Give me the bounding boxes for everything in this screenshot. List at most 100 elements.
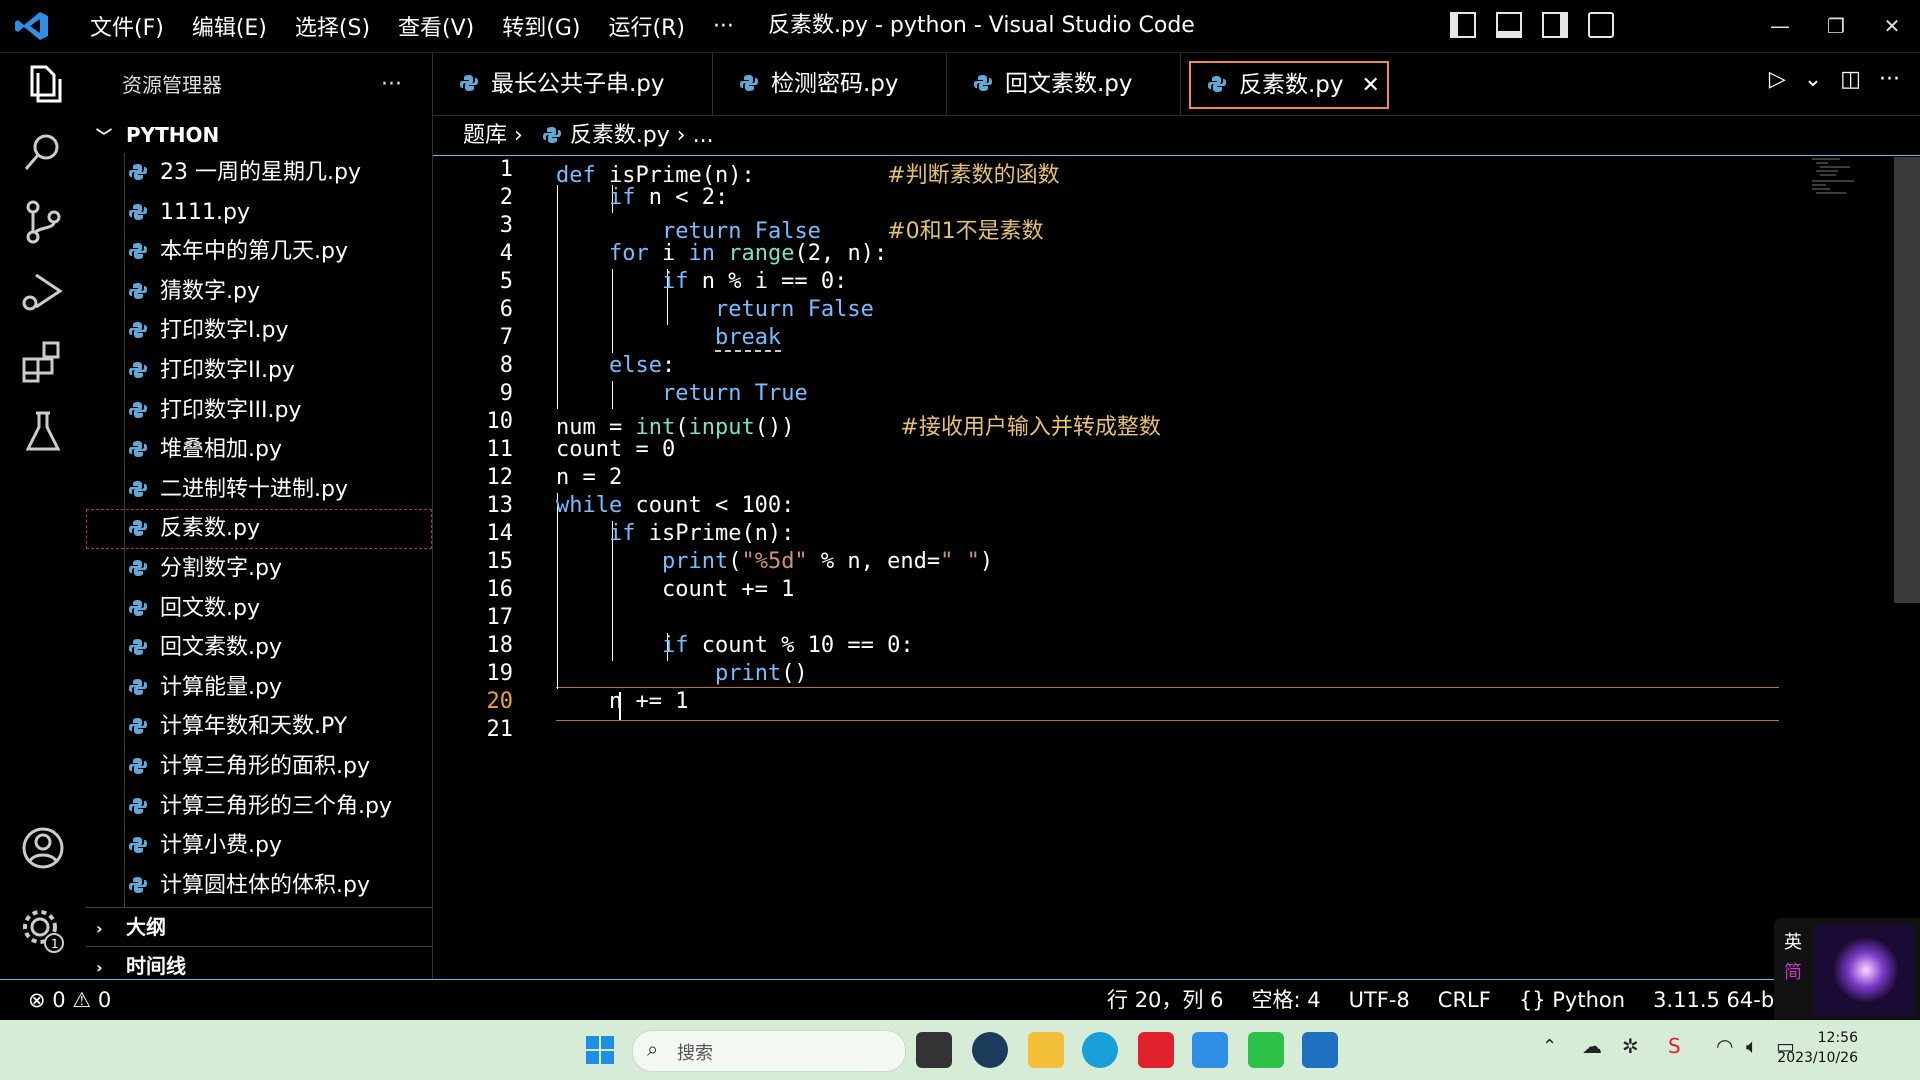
file-item[interactable]: 计算三角形的三个角.py [86,787,432,827]
customize-layout-icon[interactable] [1588,12,1614,38]
remote-desktop-icon[interactable] [1302,1032,1338,1068]
minimap[interactable] [1810,157,1860,197]
file-item[interactable]: 分割数字.py [86,549,432,589]
file-item[interactable]: 二进制转十进制.py [86,470,432,510]
onedrive-cloud-icon[interactable]: ☁ [1582,1034,1602,1058]
python-file-icon [128,314,148,339]
file-item[interactable]: 打印数字II.py [86,351,432,391]
explorer-icon[interactable] [18,57,68,107]
edge-browser-icon[interactable] [1082,1032,1118,1068]
close-window-icon[interactable]: ✕ [1864,0,1920,52]
testing-icon[interactable] [18,407,68,457]
file-item[interactable]: 计算三角形的面积.py [86,747,432,787]
run-icon[interactable]: ▷ [1769,67,1786,92]
explorer-sidebar: 资源管理器 ··· ﹀ PYTHON 23 一周的星期几.py 1111.py 本年中… [86,53,433,979]
file-item[interactable]: 打印数字III.py [86,391,432,431]
menu-selection[interactable]: 选择(S) [281,10,384,42]
file-item[interactable]: 计算能量.py [86,668,432,708]
menu-file[interactable]: 文件(F) [76,10,178,42]
file-label: 1111.py [160,199,250,225]
wifi-icon[interactable]: ◠ [1716,1034,1733,1058]
volume-icon[interactable]: 🔈︎ [1746,1034,1758,1058]
file-item[interactable]: 回文素数.py [86,628,432,668]
file-label: 回文数.py [160,595,260,621]
file-item[interactable]: 计算年数和天数.PY [86,707,432,747]
python-file-icon [128,631,148,656]
breadcrumb-folder[interactable]: 题库 [463,123,507,148]
system-clock[interactable]: 12:56 2023/10/26 [1777,1028,1858,1068]
python-file-icon [128,156,148,180]
sogou-ime-icon[interactable]: S [1668,1034,1681,1058]
problems-indicator[interactable]: ⊗ 0 ⚠ 0 [28,980,111,1020]
file-explorer-icon[interactable] [1028,1032,1064,1068]
tab-palindromic-prime[interactable]: 回文素数.py [947,53,1181,115]
outline-section[interactable]: › 大纲 [86,907,432,946]
restore-icon[interactable]: ❐ [1808,0,1864,52]
encoding[interactable]: UTF-8 [1349,980,1410,1020]
language-mode[interactable]: {} Python [1519,980,1625,1020]
source-control-icon[interactable] [18,197,68,247]
more-actions-icon[interactable]: ··· [1879,67,1900,92]
file-label: 打印数字III.py [160,397,302,423]
python-interpreter[interactable]: 3.11.5 64-bi [1653,980,1780,1020]
tab-emirp[interactable]: 反素数.py ✕ [1189,61,1389,109]
toggle-secondary-sidebar-icon[interactable] [1542,12,1568,38]
ime-widget[interactable]: 英 简 [1774,918,1920,1020]
start-windows-icon[interactable] [582,1032,618,1068]
code-line-5: if n % i == 0: [661,269,848,294]
menu-more[interactable]: ··· [699,14,748,39]
task-view-icon[interactable] [916,1032,952,1068]
tab-longest-common-substring[interactable]: 最长公共子串.py [433,53,713,115]
file-item[interactable]: 1111.py [86,193,432,233]
netease-music-icon[interactable] [1138,1032,1174,1068]
line-ending[interactable]: CRLF [1438,980,1491,1020]
cursor-position[interactable]: 行 20，列 6 [1107,980,1223,1020]
file-item[interactable]: 猜数字.py [86,272,432,312]
line-number: 16 [486,577,514,602]
chevron-down-icon[interactable]: ⌄ [1804,67,1822,92]
toggle-sidebar-icon[interactable] [1450,12,1476,38]
toggle-panel-icon[interactable] [1496,12,1522,38]
file-item[interactable]: 回文数.py [86,589,432,629]
menu-go[interactable]: 转到(G) [488,10,594,42]
file-item[interactable]: 本年中的第几天.py [86,232,432,272]
indentation[interactable]: 空格: 4 [1251,980,1320,1020]
breadcrumb-file[interactable]: 反素数.py [570,123,670,148]
folder-python[interactable]: ﹀ PYTHON [86,117,432,153]
code-editor[interactable]: 1 2 3 4 5 6 7 8 9 10 11 12 13 14 15 16 17 18 19 20 21 def is… [433,157,1920,979]
steam-icon[interactable] [972,1032,1008,1068]
code-line-16: count += 1 [556,577,795,602]
file-label: 回文素数.py [160,635,282,661]
split-editor-icon[interactable]: ◫ [1840,67,1861,92]
file-item[interactable]: 反素数.py [86,509,432,549]
accounts-icon[interactable] [18,823,68,873]
menu-view[interactable]: 查看(V) [384,10,488,42]
menu-run[interactable]: 运行(R) [594,10,698,42]
tray-app-icon[interactable]: ✲ [1622,1034,1639,1058]
file-item[interactable]: 计算小费.py [86,826,432,866]
minimize-icon[interactable]: — [1752,0,1808,52]
explorer-more-button[interactable]: ··· [381,53,402,117]
file-item[interactable]: 打印数字I.py [86,311,432,351]
manage-gear-icon[interactable]: 1 [18,905,68,955]
line-number: 21 [486,717,514,742]
line-number: 2 [499,185,513,210]
file-item[interactable]: 计算圆柱体的体积.py [86,866,432,906]
chevron-up-icon[interactable]: ⌃ [1542,1036,1557,1057]
vertical-scrollbar[interactable] [1894,157,1920,603]
run-debug-icon[interactable] [18,267,68,317]
menu-edit[interactable]: 编辑(E) [178,10,281,42]
file-label: 计算年数和天数.PY [160,714,348,740]
tab-check-password[interactable]: 检测密码.py [713,53,947,115]
close-tab-icon[interactable]: ✕ [1362,73,1380,98]
wechat-icon[interactable] [1248,1032,1284,1068]
search-icon[interactable] [18,127,68,177]
file-item[interactable]: 堆叠相加.py [86,430,432,470]
line-number: 7 [499,325,513,350]
file-item[interactable]: 23 一周的星期几.py [86,153,432,193]
vscode-taskbar-icon[interactable] [1192,1032,1228,1068]
extensions-icon[interactable] [18,337,68,387]
file-label: 打印数字II.py [160,357,295,383]
breadcrumb-symbols[interactable]: ... [693,123,714,148]
taskbar-search[interactable]: ⌕ 搜索 [632,1030,906,1072]
